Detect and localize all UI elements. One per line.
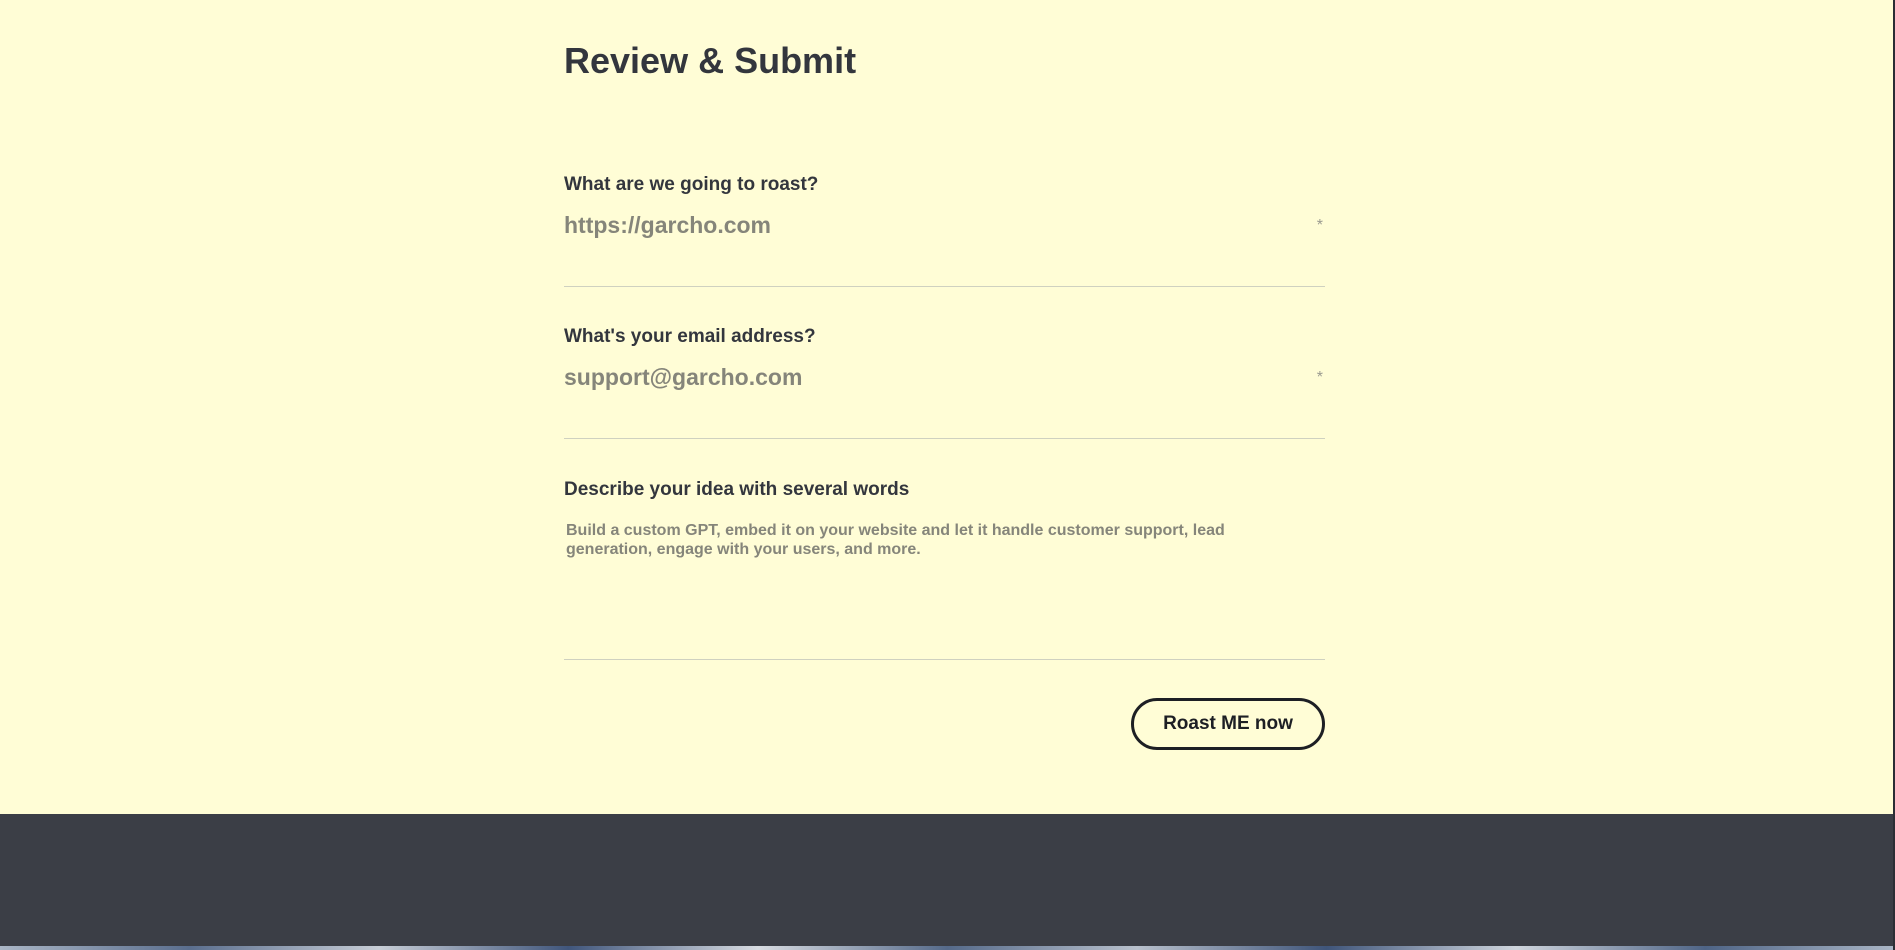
- page-title: Review & Submit: [564, 40, 857, 81]
- email-field: What's your email address? *: [564, 326, 1325, 439]
- required-asterisk-icon: *: [1316, 217, 1323, 234]
- url-field-label: What are we going to roast?: [564, 174, 819, 195]
- page: Review & Submit What are we going to roa…: [0, 0, 1895, 950]
- footer-image-strip: [0, 946, 1895, 950]
- roast-me-now-button[interactable]: Roast ME now: [1131, 698, 1325, 750]
- url-input[interactable]: [564, 212, 1294, 239]
- idea-field: Describe your idea with several words: [564, 479, 1325, 660]
- email-field-label: What's your email address?: [564, 326, 816, 347]
- url-field: What are we going to roast? *: [564, 174, 1325, 287]
- idea-field-label: Describe your idea with several words: [564, 479, 910, 500]
- footer: [0, 814, 1895, 950]
- required-asterisk-icon: *: [1316, 369, 1323, 386]
- email-input[interactable]: [564, 364, 1294, 391]
- idea-textarea[interactable]: [566, 521, 1306, 641]
